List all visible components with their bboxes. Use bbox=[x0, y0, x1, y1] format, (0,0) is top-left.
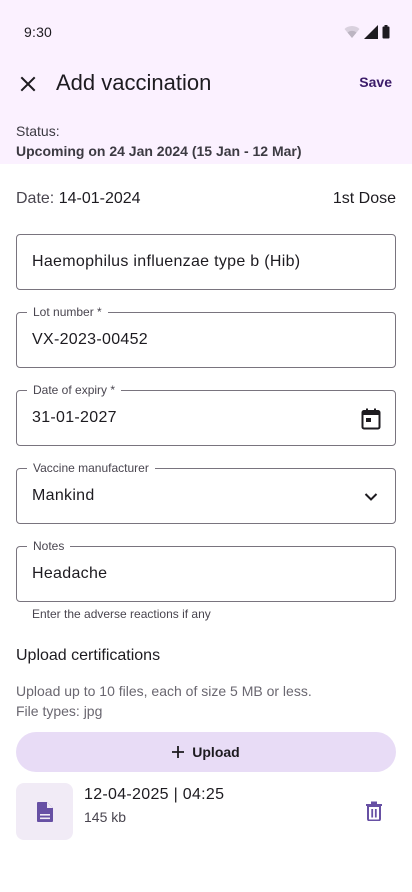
signal-icon bbox=[364, 25, 378, 39]
upload-info-limits: Upload up to 10 files, each of size 5 MB… bbox=[16, 683, 312, 699]
date-value: 14-01-2024 bbox=[58, 190, 141, 207]
app-bar: Add vaccination Save bbox=[0, 62, 412, 106]
trash-icon bbox=[366, 801, 382, 821]
upload-info-file-types: File types: jpg bbox=[16, 703, 103, 719]
battery-icon bbox=[382, 25, 390, 39]
file-name: 12-04-2025 | 04:25 bbox=[84, 786, 225, 803]
file-size: 145 kb bbox=[84, 809, 127, 825]
page-title: Add vaccination bbox=[56, 70, 212, 95]
wifi-icon bbox=[344, 26, 360, 38]
expiry-date-field[interactable]: Date of expiry * 31-01-2027 bbox=[16, 383, 396, 446]
notes-value: Headache bbox=[32, 565, 108, 582]
document-icon bbox=[36, 801, 53, 822]
save-button[interactable]: Save bbox=[359, 74, 392, 90]
file-thumbnail[interactable] bbox=[16, 783, 73, 840]
plus-icon bbox=[172, 746, 185, 758]
chevron-down-icon bbox=[364, 493, 378, 501]
notes-label: Notes bbox=[27, 539, 71, 553]
notes-field[interactable]: Notes Headache bbox=[16, 539, 396, 602]
date-row: Date: 14-01-2024 1st Dose bbox=[16, 190, 396, 208]
delete-file-button[interactable] bbox=[362, 799, 386, 823]
manufacturer-value: Mankind bbox=[32, 487, 95, 504]
close-icon bbox=[20, 76, 36, 92]
vaccine-name-field[interactable]: Haemophilus influenzae type b (Hib) bbox=[16, 234, 396, 290]
upload-heading: Upload certifications bbox=[16, 647, 161, 664]
lot-number-value: VX-2023-00452 bbox=[32, 331, 148, 348]
status-label: Status: bbox=[16, 123, 60, 139]
uploaded-file-item: 12-04-2025 | 04:25 145 kb bbox=[16, 783, 396, 841]
close-button[interactable] bbox=[12, 68, 44, 100]
status-bar: 9:30 bbox=[0, 0, 412, 64]
manufacturer-dropdown[interactable]: Vaccine manufacturer Mankind bbox=[16, 461, 396, 524]
calendar-icon bbox=[361, 408, 381, 430]
system-icons bbox=[344, 25, 390, 39]
expiry-date-value: 31-01-2027 bbox=[32, 409, 117, 426]
calendar-button[interactable] bbox=[359, 407, 383, 431]
upload-button[interactable]: Upload bbox=[16, 732, 396, 772]
lot-number-label: Lot number * bbox=[27, 305, 108, 319]
expiry-date-label: Date of expiry * bbox=[27, 383, 122, 397]
vaccine-name-value: Haemophilus influenzae type b (Hib) bbox=[32, 253, 301, 270]
upload-button-label: Upload bbox=[192, 744, 240, 760]
notes-helper-text: Enter the adverse reactions if any bbox=[32, 607, 211, 621]
lot-number-field[interactable]: Lot number * VX-2023-00452 bbox=[16, 305, 396, 368]
date-label: Date: bbox=[16, 190, 55, 207]
status-time: 9:30 bbox=[24, 24, 53, 40]
status-value: Upcoming on 24 Jan 2024 (15 Jan - 12 Mar… bbox=[16, 143, 302, 159]
dose-label: 1st Dose bbox=[332, 190, 396, 207]
manufacturer-dropdown-toggle[interactable] bbox=[359, 485, 383, 509]
manufacturer-label: Vaccine manufacturer bbox=[27, 461, 155, 475]
